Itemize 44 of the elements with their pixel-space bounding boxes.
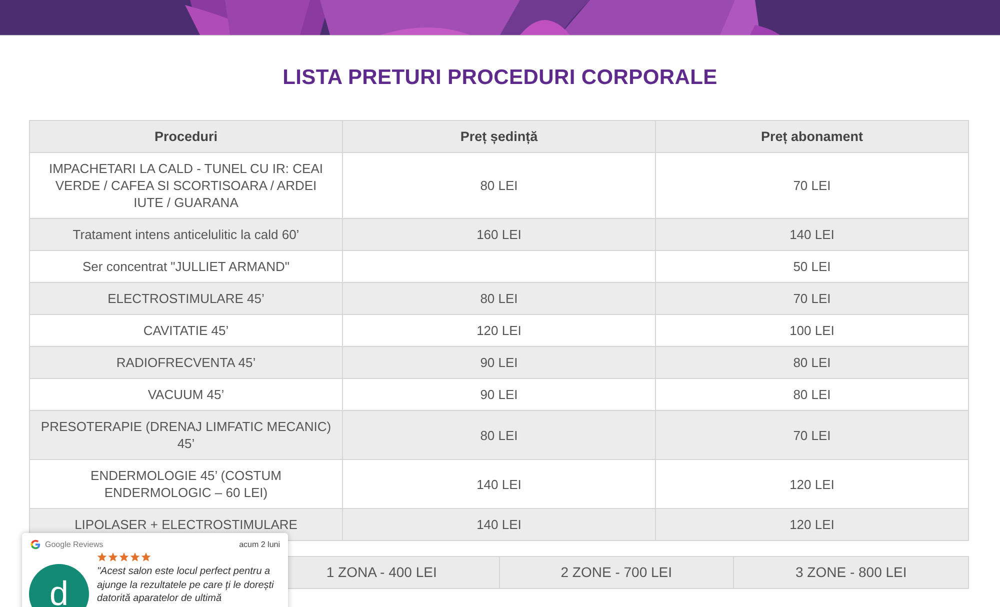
table-cell: 50 LEI — [656, 250, 968, 282]
source-label: Google Reviews — [45, 540, 104, 549]
column-header: Proceduri — [30, 120, 342, 152]
table-cell: PRESOTERAPIE (DRENAJ LIMFATIC MECANIC) 45’ — [30, 410, 342, 460]
table-cell: 160 LEI — [342, 218, 656, 250]
star-icon — [119, 552, 129, 562]
table-cell: 120 LEI — [342, 314, 656, 346]
table-cell: 90 LEI — [342, 346, 656, 378]
table-cell: 120 LEI — [656, 508, 968, 540]
table-cell: IMPACHETARI LA CALD - TUNEL CU IR: CEAI VERDE / CAFEA SI SCORTISOARA / ARDEI IUTE / GUARANA — [30, 152, 342, 218]
table-cell: VACUUM 45’ — [30, 378, 342, 410]
table-cell: Ser concentrat "JULLIET ARMAND" — [30, 250, 342, 282]
table-cell: CAVITATIE 45’ — [30, 314, 342, 346]
star-icon — [97, 552, 107, 562]
table-cell: 80 LEI — [656, 378, 968, 410]
table-cell: ENDERMOLOGIE 45’ (COSTUM ENDERMOLOGIC – 60 LEI) — [30, 460, 342, 508]
table-cell: ELECTROSTIMULARE 45’ — [30, 282, 342, 314]
table-cell: 90 LEI — [342, 378, 656, 410]
table-cell: 3 ZONE - 800 LEI — [734, 556, 968, 588]
table-cell: Tratament intens anticelulitic la cald 60’ — [30, 218, 342, 250]
table-cell: 80 LEI — [342, 410, 656, 460]
table-cell: 140 LEI — [656, 218, 968, 250]
column-header: Preț abonament — [656, 120, 968, 152]
table-cell: 70 LEI — [656, 152, 968, 218]
table-cell: 70 LEI — [656, 282, 968, 314]
page-title: LISTA PRETURI PROCEDURI CORPORALE — [282, 66, 718, 91]
star-icon — [141, 552, 151, 562]
table-cell: 100 LEI — [656, 314, 968, 346]
table-cell: RADIOFRECVENTA 45’ — [30, 346, 342, 378]
star-icon — [108, 552, 118, 562]
table-cell: 70 LEI — [656, 410, 968, 460]
avatar: d — [29, 564, 89, 607]
table-cell: 80 LEI — [342, 282, 656, 314]
star-icon — [130, 552, 140, 562]
table-cell: 140 LEI — [342, 460, 656, 508]
table-cell: 120 LEI — [656, 460, 968, 508]
table-cell: 80 LEI — [656, 346, 968, 378]
table-cell: 2 ZONE - 700 LEI — [499, 556, 734, 588]
review-text: "Acest salon este locul perfect pentru a ajunge la rezultatele pe care ți le dorești datorită aparatelor de ultimă — [97, 565, 275, 606]
google-icon — [30, 539, 41, 550]
review-time: acum 2 luni — [239, 540, 280, 549]
table-cell: 140 LEI — [342, 508, 656, 540]
table-cell: 80 LEI — [342, 152, 656, 218]
column-header: Preț ședință — [342, 120, 656, 152]
